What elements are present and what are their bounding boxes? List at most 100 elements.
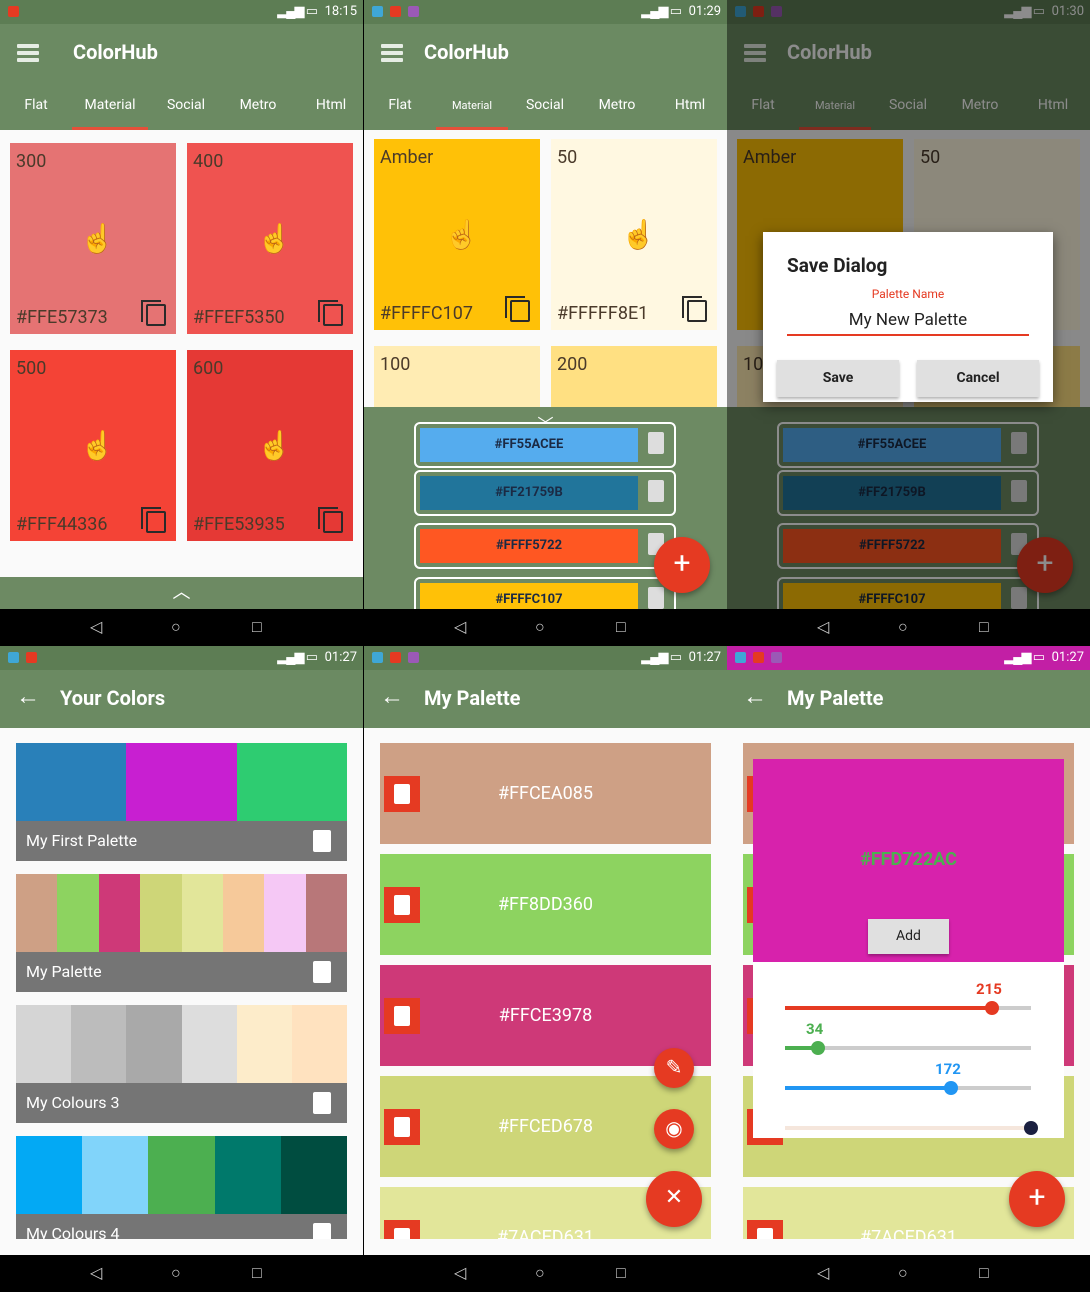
swatch-card[interactable]: 600 ☝ #FFE53935 <box>187 350 353 541</box>
palette-card[interactable]: My Palette <box>16 874 347 992</box>
recents-nav-icon[interactable]: □ <box>616 617 636 637</box>
swatch-card[interactable]: 500 ☝ #FFF44336 <box>10 350 176 541</box>
tab-social[interactable]: Social <box>150 97 222 113</box>
home-nav-icon[interactable]: ○ <box>171 1263 191 1283</box>
preview-hex: #FFD722AC <box>860 849 957 870</box>
swatch-card[interactable]: 50 ☝ #FFFFF8E1 <box>551 139 717 330</box>
palette-card[interactable]: My Colours 4 <box>16 1136 347 1239</box>
home-nav-icon[interactable]: ○ <box>535 617 555 637</box>
app-bar: ColorHub <box>364 24 727 82</box>
tab-material[interactable]: Material <box>74 97 146 113</box>
trash-icon[interactable] <box>313 1223 331 1239</box>
back-arrow-icon[interactable]: ← <box>380 682 404 711</box>
back-nav-icon[interactable]: ◁ <box>817 1263 837 1283</box>
edit-fab[interactable]: ✎ <box>654 1048 694 1088</box>
tab-html[interactable]: Html <box>295 97 363 113</box>
copy-icon[interactable] <box>318 507 343 533</box>
recents-nav-icon[interactable]: □ <box>252 617 272 637</box>
trash-icon[interactable] <box>648 480 664 502</box>
back-nav-icon[interactable]: ◁ <box>817 617 837 637</box>
add-fab[interactable]: + <box>654 537 710 593</box>
alpha-slider-thumb[interactable] <box>1024 1121 1038 1135</box>
notification-icon <box>735 652 746 663</box>
swatch-label: Amber <box>380 147 434 168</box>
tab-flat[interactable]: Flat <box>0 97 72 113</box>
screen-material-amber: ▂▄▆ ▭ 01:29 ColorHub Flat Material Socia… <box>364 0 727 646</box>
copy-icon[interactable] <box>505 296 530 322</box>
copy-icon[interactable] <box>141 507 166 533</box>
trash-icon[interactable] <box>313 830 331 852</box>
palette-card[interactable]: My First Palette <box>16 743 347 861</box>
tab-flat[interactable]: Flat <box>364 97 436 113</box>
palette-item[interactable]: #FF8DD360 <box>380 854 711 955</box>
home-nav-icon[interactable]: ○ <box>535 1263 555 1283</box>
green-slider[interactable] <box>785 1041 1031 1055</box>
menu-icon[interactable] <box>17 44 39 62</box>
tab-material[interactable]: Material <box>436 99 508 112</box>
screen-material-red: ▂▄▆ ▭ 18:15 ColorHub Flat Material Socia… <box>0 0 363 646</box>
back-arrow-icon[interactable]: ← <box>743 682 767 711</box>
back-nav-icon[interactable]: ◁ <box>90 617 110 637</box>
tab-social[interactable]: Social <box>509 97 581 113</box>
chevron-up-icon[interactable]: ︿ <box>0 577 363 609</box>
blue-slider-thumb[interactable] <box>944 1081 958 1095</box>
notification-icon <box>372 652 383 663</box>
copy-icon[interactable] <box>682 296 707 322</box>
trash-icon[interactable] <box>648 432 664 454</box>
color-chip[interactable]: #FF55ACEE <box>414 422 676 468</box>
back-nav-icon[interactable]: ◁ <box>90 1263 110 1283</box>
trash-icon[interactable] <box>648 587 664 609</box>
tab-html[interactable]: Html <box>654 97 726 113</box>
swatch-card[interactable]: 100 <box>374 346 540 416</box>
swatch-label: 300 <box>16 151 47 172</box>
home-nav-icon[interactable]: ○ <box>898 617 918 637</box>
page-title: Your Colors <box>60 686 166 710</box>
trash-icon[interactable] <box>313 961 331 983</box>
swatch-card[interactable]: 400 ☝ #FFEF5350 <box>187 143 353 334</box>
copy-icon[interactable] <box>141 300 166 326</box>
swatch-card[interactable]: 300 ☝ #FFE57373 <box>10 143 176 334</box>
item-hex: #7ACED631 <box>860 1227 957 1239</box>
green-slider-thumb[interactable] <box>811 1041 825 1055</box>
tab-bar: Flat Material Social Metro Html <box>0 82 363 130</box>
close-fab[interactable]: ✕ <box>646 1171 702 1227</box>
red-slider-thumb[interactable] <box>985 1001 999 1015</box>
page-title: My Palette <box>424 686 521 710</box>
back-arrow-icon[interactable]: ← <box>16 682 40 711</box>
recents-nav-icon[interactable]: □ <box>979 617 999 637</box>
trash-icon[interactable] <box>313 1092 331 1114</box>
swatch-card[interactable]: Amber ☝ #FFFFC107 <box>374 139 540 330</box>
blue-slider[interactable] <box>785 1081 1031 1095</box>
swatch-hex: #FFE53935 <box>193 514 285 535</box>
app-bar: ← My Palette <box>727 670 1090 728</box>
cancel-button[interactable]: Cancel <box>917 360 1039 397</box>
back-nav-icon[interactable]: ◁ <box>454 1263 474 1283</box>
home-nav-icon[interactable]: ○ <box>898 1263 918 1283</box>
red-slider[interactable] <box>785 1001 1031 1015</box>
recents-nav-icon[interactable]: □ <box>979 1263 999 1283</box>
touch-icon: ☝ <box>80 221 115 255</box>
recents-nav-icon[interactable]: □ <box>252 1263 272 1283</box>
recents-nav-icon[interactable]: □ <box>616 1263 636 1283</box>
color-chip[interactable]: #FF21759B <box>414 470 676 516</box>
add-fab[interactable]: + <box>1009 1171 1065 1227</box>
tab-metro[interactable]: Metro <box>222 97 294 113</box>
alpha-slider[interactable] <box>785 1121 1038 1135</box>
tab-metro[interactable]: Metro <box>581 97 653 113</box>
palette-item[interactable]: #FFCEA085 <box>380 743 711 844</box>
signal-icon: ▂▄▆ ▭ <box>1004 650 1045 665</box>
nav-bar: ◁ ○ □ <box>727 609 1090 646</box>
color-chip[interactable]: #FFFF5722 <box>414 523 676 569</box>
palette-name: My First Palette <box>26 831 138 850</box>
palette-fab[interactable]: ◉ <box>654 1109 694 1149</box>
save-button[interactable]: Save <box>777 360 899 397</box>
swatch-card[interactable]: 200 <box>551 346 717 416</box>
home-nav-icon[interactable]: ○ <box>171 617 191 637</box>
add-button[interactable]: Add <box>868 919 949 954</box>
palette-card[interactable]: My Colours 3 <box>16 1005 348 1123</box>
menu-icon[interactable] <box>381 44 403 62</box>
copy-icon[interactable] <box>318 300 343 326</box>
back-nav-icon[interactable]: ◁ <box>454 617 474 637</box>
palette-name-input[interactable]: My New Palette <box>787 310 1029 336</box>
status-time: 01:27 <box>688 650 721 665</box>
